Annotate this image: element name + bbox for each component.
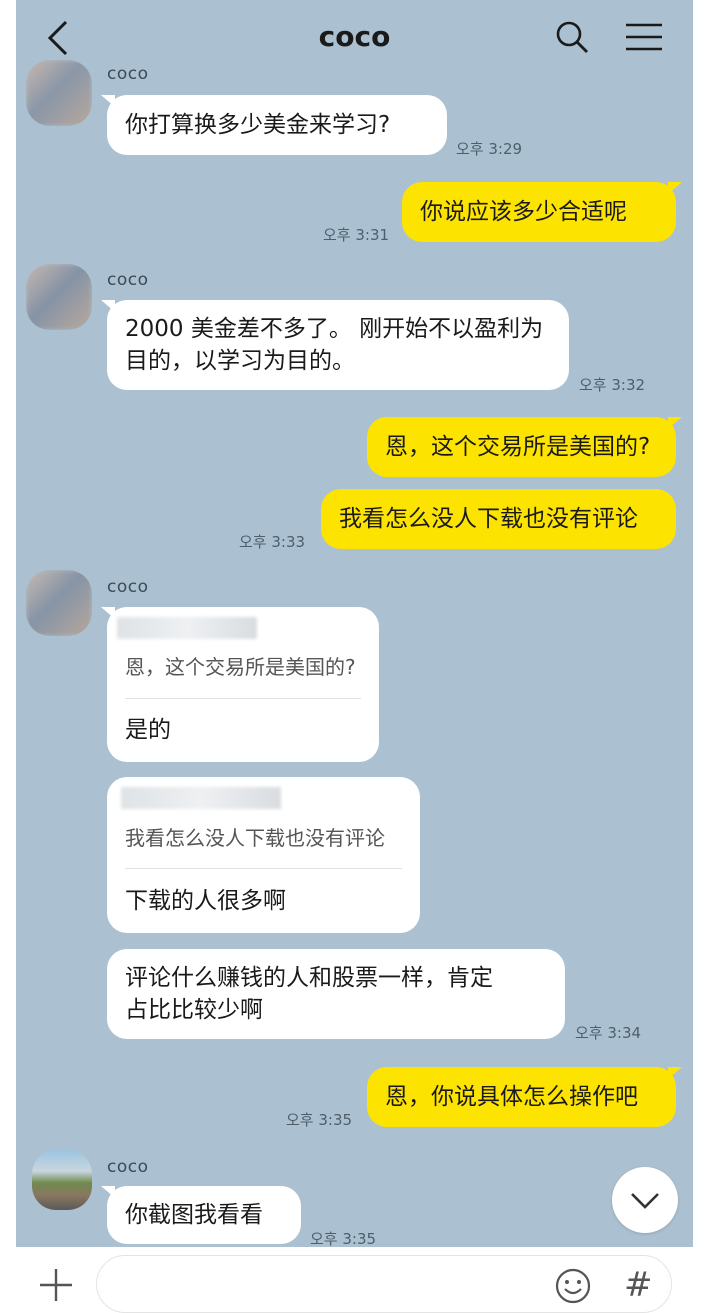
attach-button[interactable]: [36, 1265, 76, 1305]
sender-name: coco: [107, 270, 149, 290]
message-text: 你说应该多少合适呢: [420, 199, 627, 225]
search-button[interactable]: [553, 18, 593, 58]
avatar-image: [32, 1150, 92, 1210]
message-text: 是的: [125, 717, 171, 743]
reply-bubble[interactable]: 我看怎么没人下载也没有评论 下载的人很多啊: [107, 777, 420, 933]
message-text: 你截图我看看: [125, 1202, 263, 1228]
bubble-tail: [101, 1186, 115, 1198]
bubble-tail: [101, 607, 115, 619]
input-bar: #: [0, 1247, 719, 1313]
bubble-tail: [668, 1067, 682, 1079]
quoted-message[interactable]: 我看怎么没人下载也没有评论: [125, 822, 385, 854]
quote-divider: [125, 698, 361, 699]
message-time: 오후 3:35: [310, 1230, 377, 1247]
avatar[interactable]: [26, 60, 92, 126]
hamburger-menu-icon: [626, 23, 662, 51]
message-bubble[interactable]: 你打算换多少美金来学习?: [101, 95, 447, 155]
bubble-tail: [101, 300, 115, 312]
avatar[interactable]: [32, 1150, 92, 1210]
redacted-reply-header: [121, 787, 281, 809]
sender-name: coco: [107, 1157, 149, 1177]
message-text: 恩，这个交易所是美国的?: [385, 434, 651, 460]
chevron-down-icon: [631, 1193, 659, 1209]
reply-bubble[interactable]: 恩，这个交易所是美国的? 是的: [101, 607, 379, 762]
message-line: 评论什么赚钱的人和股票一样，肯定: [125, 965, 493, 991]
hashtag-search-button[interactable]: #: [624, 1265, 653, 1305]
message-time: 오후 3:32: [579, 376, 646, 394]
sender-name: coco: [107, 64, 149, 84]
message-bubble[interactable]: 2000 美金差不多了。 刚开始不以盈利为 目的，以学习为目的。: [101, 300, 569, 390]
emoji-button[interactable]: [554, 1267, 592, 1305]
menu-button[interactable]: [622, 18, 666, 58]
avatar-image: [26, 264, 92, 330]
avatar[interactable]: [26, 570, 92, 636]
message-text: 你打算换多少美金来学习?: [125, 112, 391, 138]
bubble-tail: [668, 182, 682, 194]
message-line: 占比比较少啊: [125, 997, 263, 1023]
message-text: 下载的人很多啊: [125, 888, 286, 914]
redacted-reply-header: [117, 617, 257, 639]
sender-name: coco: [107, 577, 149, 597]
message-text: 恩，你说具体怎么操作吧: [385, 1084, 638, 1110]
chat-header: coco: [16, 0, 693, 72]
message-bubble-sent[interactable]: 恩，你说具体怎么操作吧: [367, 1067, 682, 1127]
avatar[interactable]: [26, 264, 92, 330]
chat-area: coco coco 你打算换多少美金来学习? 오후 3:29 你说应该多少合适呢…: [16, 0, 693, 1247]
message-line: 目的，以学习为目的。: [125, 348, 355, 374]
message-time: 오후 3:31: [323, 226, 390, 244]
message-time: 오후 3:29: [456, 140, 523, 158]
quote-divider: [125, 868, 402, 869]
avatar-image: [26, 60, 92, 126]
plus-icon: [40, 1269, 72, 1301]
emoji-icon: [555, 1268, 591, 1304]
message-bubble-sent[interactable]: 恩，这个交易所是美国的?: [367, 417, 682, 477]
message-bubble[interactable]: 你截图我看看: [101, 1186, 301, 1244]
message-bubble[interactable]: 评论什么赚钱的人和股票一样，肯定 占比比较少啊: [107, 949, 565, 1039]
message-text: 我看怎么没人下载也没有评论: [339, 506, 638, 532]
bubble-tail: [668, 417, 682, 429]
quoted-message[interactable]: 恩，这个交易所是美国的?: [125, 651, 356, 683]
message-line: 2000 美金差不多了。 刚开始不以盈利为: [125, 316, 544, 342]
message-time: 오후 3:34: [575, 1024, 642, 1042]
search-icon: [556, 21, 588, 53]
message-bubble-sent[interactable]: 你说应该多少合适呢: [402, 182, 682, 242]
scroll-to-bottom-button[interactable]: [612, 1167, 678, 1233]
message-bubble-sent[interactable]: 我看怎么没人下载也没有评论: [321, 489, 676, 549]
bubble-tail: [101, 95, 115, 107]
avatar-image: [26, 570, 92, 636]
message-time: 오후 3:33: [239, 533, 306, 551]
message-time: 오후 3:35: [286, 1111, 353, 1129]
